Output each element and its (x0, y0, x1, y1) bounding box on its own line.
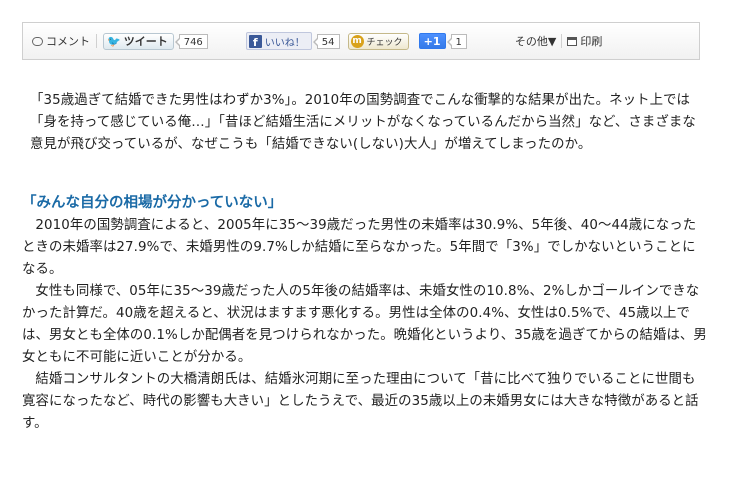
section-heading: 「みんな自分の相場が分かっていない」 (22, 195, 283, 211)
like-label: いいね！ (264, 37, 305, 49)
like-group: f いいね！ 54 (245, 32, 340, 50)
print-icon (567, 36, 578, 46)
paragraph: 女性も同様で、05年に35～39歳だった人の5年後の結婚率は、未婚女性の10.8… (22, 284, 707, 365)
google-plusone-button[interactable]: +1 (418, 33, 446, 49)
mixi-icon: m (350, 34, 364, 48)
article-body: 「35歳過ぎて結婚できた男性はわずか3%」。2010年の国勢調査でこんな衝撃的な… (22, 90, 707, 435)
tweet-label: ツイート (123, 35, 168, 48)
plusone-group: +1 1 (418, 33, 467, 49)
twitter-bird-icon: 🐦 (107, 34, 121, 48)
lead-paragraph: 「35歳過ぎて結婚できた男性はわずか3%」。2010年の国勢調査でこんな衝撃的な… (30, 93, 696, 152)
like-count: 54 (312, 33, 340, 49)
others-menu[interactable]: その他▼ (515, 33, 556, 49)
paragraph: 結婚コンサルタントの大橋清朗氏は、結婚氷河期に至った理由について「昔に比べて独り… (22, 372, 699, 431)
mixi-check-button[interactable]: m チェック (347, 32, 409, 50)
divider (96, 34, 97, 48)
tweet-group: 🐦 ツイート 746 (103, 32, 208, 50)
print-label: 印刷 (580, 35, 603, 48)
divider (561, 34, 563, 48)
share-toolbar: コメント 🐦 ツイート 746 f いいね！ 54 m チェック +1 1 その… (22, 22, 700, 60)
print-link[interactable]: 印刷 (567, 33, 602, 49)
paragraph: 2010年の国勢調査によると、2005年に35～39歳だった男性の未婚率は30.… (22, 218, 697, 277)
comment-label: コメント (46, 35, 90, 48)
tweet-button[interactable]: 🐦 ツイート (103, 32, 174, 50)
comment-icon (32, 36, 43, 46)
plusone-count: 1 (446, 33, 467, 49)
tweet-count: 746 (174, 33, 208, 49)
like-button[interactable]: f いいね！ (245, 32, 312, 50)
comment-link[interactable]: コメント (32, 33, 90, 49)
facebook-icon: f (248, 34, 262, 48)
check-label: チェック (366, 37, 403, 48)
